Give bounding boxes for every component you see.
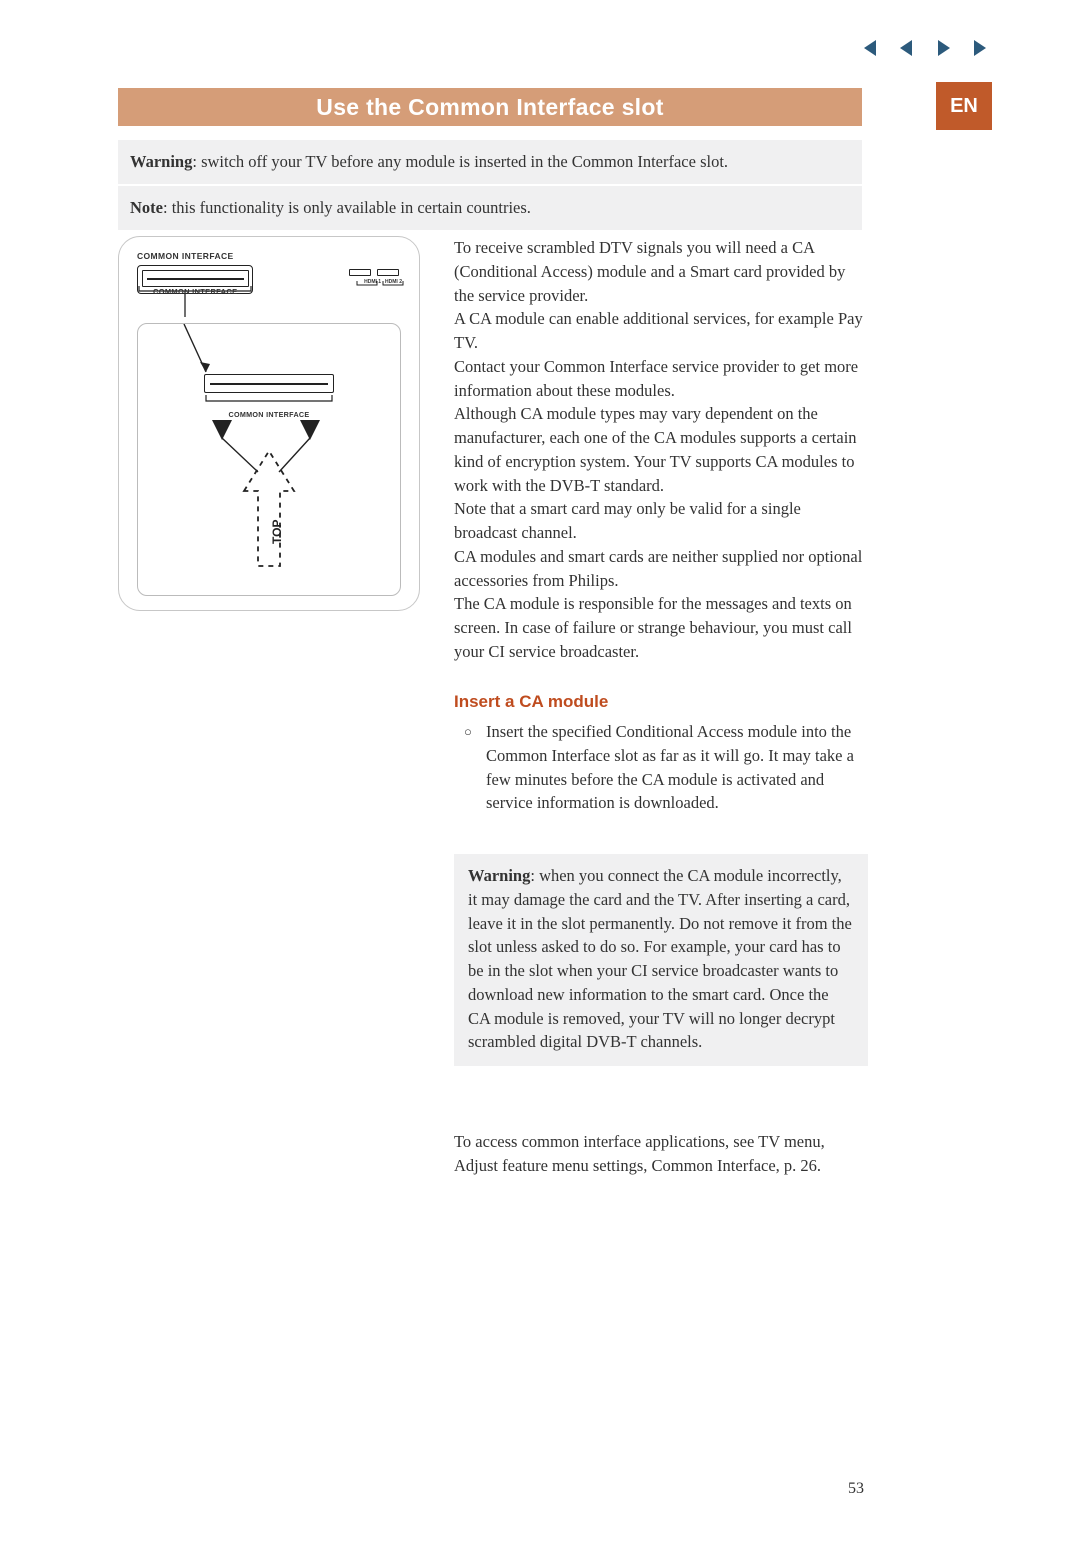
warning-label: Warning — [130, 152, 192, 171]
next-page-icon[interactable] — [934, 38, 954, 58]
list-bullet-icon: ○ — [464, 723, 472, 742]
warning2-text: : when you connect the CA module incorre… — [468, 866, 852, 1051]
insert-ca-step: ○ Insert the specified Conditional Acces… — [454, 720, 868, 815]
hdmi2-label: HDMI 2 — [385, 279, 402, 285]
closing-paragraph: To access common interface applications,… — [454, 1130, 868, 1178]
top-label: TOP — [270, 520, 284, 544]
warning2-label: Warning — [468, 866, 530, 885]
language-code: EN — [950, 95, 978, 118]
warning-box-top: Warning: switch off your TV before any m… — [118, 140, 862, 184]
closing-text: To access common interface applications,… — [454, 1132, 825, 1175]
ci-slot-detail-icon — [204, 374, 334, 393]
hdmi1-label: HDMI 1 — [364, 279, 381, 285]
language-badge: EN — [936, 82, 992, 130]
page-nav — [858, 38, 992, 58]
warning-box-bottom: Warning: when you connect the CA module … — [454, 854, 868, 1066]
page-title-band: Use the Common Interface slot — [118, 88, 862, 126]
page-number: 53 — [848, 1480, 864, 1498]
note-box: Note: this functionality is only availab… — [118, 186, 862, 230]
ci-slot-illustration: COMMON INTERFACE COMMON INTERFACE HDMI 1… — [118, 236, 420, 611]
insert-step-text: Insert the specified Conditional Access … — [454, 720, 868, 815]
first-page-icon[interactable] — [858, 38, 878, 58]
page-title: Use the Common Interface slot — [316, 94, 663, 121]
hdmi-ports-icon — [349, 269, 399, 276]
ci-bracket-label: COMMON INTERFACE — [153, 287, 237, 296]
previous-page-icon[interactable] — [896, 38, 916, 58]
note-text: : this functionality is only available i… — [163, 198, 531, 217]
note-label: Note — [130, 198, 163, 217]
warning-text: : switch off your TV before any module i… — [192, 152, 728, 171]
lower-panel: COMMON INTERFACE TOP — [137, 323, 401, 596]
body-paragraph: To receive scrambled DTV signals you wil… — [454, 236, 868, 664]
body-text: To receive scrambled DTV signals you wil… — [454, 236, 868, 664]
insert-ca-heading: Insert a CA module — [454, 692, 608, 712]
insert-card-arrows-icon: TOP — [184, 416, 354, 576]
hdmi-labels: HDMI 1 HDMI 2 — [364, 279, 402, 285]
last-page-icon[interactable] — [972, 38, 992, 58]
